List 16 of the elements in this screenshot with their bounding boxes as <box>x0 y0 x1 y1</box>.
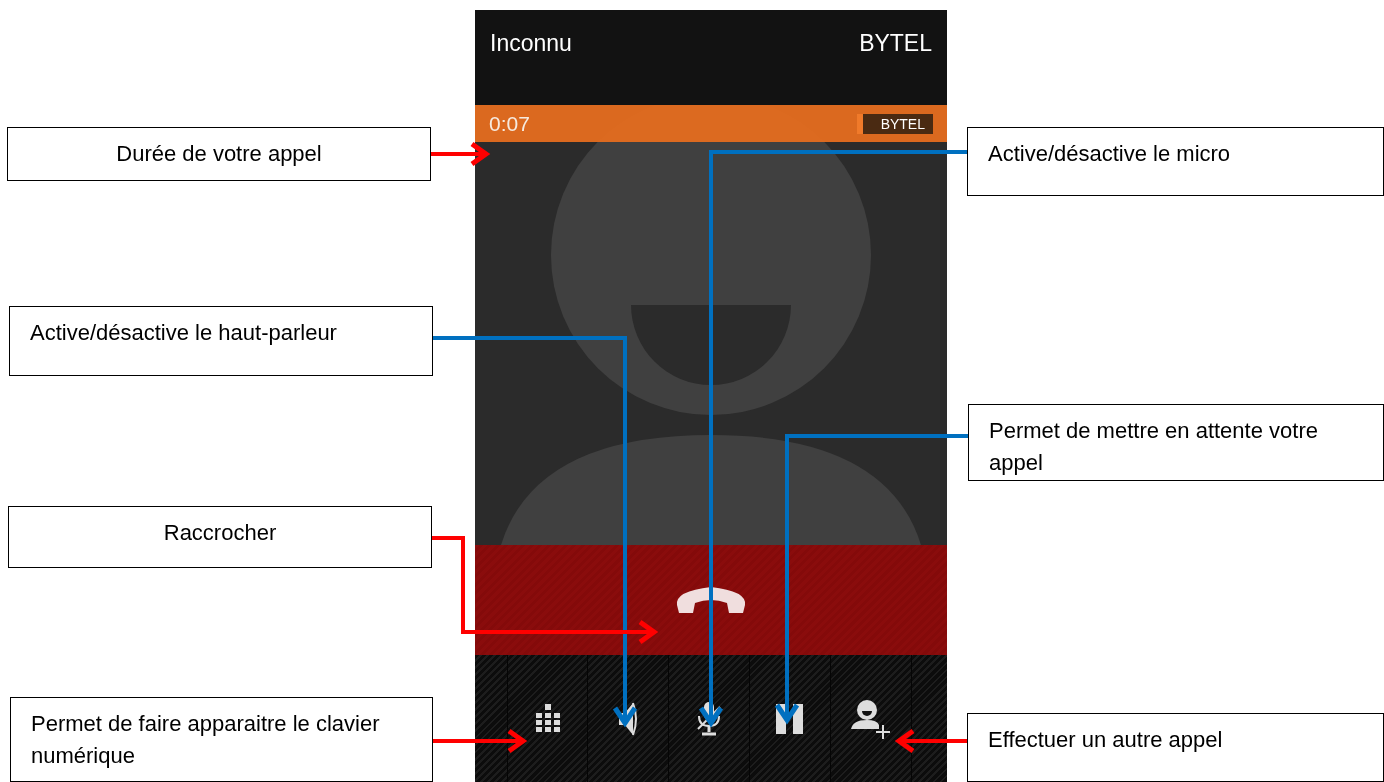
carrier-name: BYTEL <box>859 30 932 57</box>
pause-icon <box>776 703 804 734</box>
callout-text: Permet de faire apparaitre le clavier numérique <box>31 710 381 770</box>
speaker-icon <box>617 700 639 737</box>
callout-text: Permet de mettre en attente votre appel <box>989 417 1319 477</box>
call-duration: 0:07 <box>489 111 530 136</box>
callout-text: Active/désactive le micro <box>988 140 1231 168</box>
carrier-badge: BYTEL <box>856 113 933 134</box>
add-person-icon <box>851 698 891 739</box>
caller-name: Inconnu <box>490 30 572 57</box>
muted-microphone-icon <box>696 700 722 737</box>
dialpad-button[interactable] <box>507 655 588 782</box>
callout-text: Raccrocher <box>163 519 277 547</box>
callout-text: Durée de votre appel <box>116 140 322 168</box>
callout-text: Active/désactive le haut-parleur <box>30 319 337 347</box>
callout-text: Effectuer un autre appel <box>988 726 1223 754</box>
